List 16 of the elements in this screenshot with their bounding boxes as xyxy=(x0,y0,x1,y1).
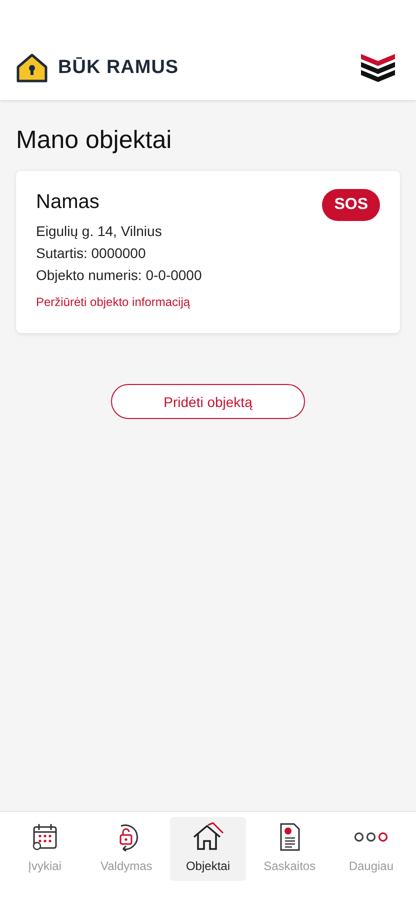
document-icon xyxy=(278,822,302,852)
house-logo-icon xyxy=(16,53,48,83)
calendar-icon xyxy=(30,822,59,852)
object-number: Objekto numeris: 0-0-0000 xyxy=(36,267,203,283)
page-title: Mano objektai xyxy=(16,126,173,155)
object-name: Namas xyxy=(36,191,100,214)
object-info-link[interactable]: Peržiūrėti objekto informaciją xyxy=(36,295,190,309)
sos-button[interactable]: SOS xyxy=(322,189,380,221)
contract-number: Sutartis: 0000000 xyxy=(36,245,147,261)
brand-name: BŪK RAMUS xyxy=(58,57,179,79)
more-icon xyxy=(354,831,388,843)
nav-tab[interactable]: Objektai xyxy=(170,817,246,881)
chevrons-logo-icon xyxy=(360,52,396,84)
add-object-button[interactable]: Pridėti objektą xyxy=(111,384,305,419)
object-address: Eigulių g. 14, Vilnius xyxy=(36,223,163,239)
house-icon xyxy=(190,822,225,852)
